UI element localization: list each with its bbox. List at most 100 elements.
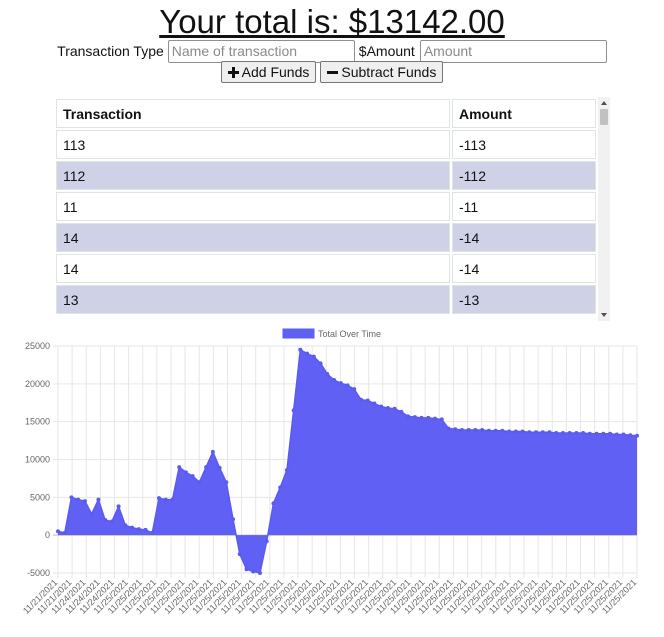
chart-data-point <box>614 432 619 437</box>
chart-data-point <box>534 430 539 435</box>
chart-data-point <box>419 415 424 420</box>
chart-data-point <box>513 429 518 434</box>
table-header-row: Transaction Amount <box>56 99 596 128</box>
chart-data-point <box>554 431 559 436</box>
chart-data-point <box>574 431 579 436</box>
transaction-cell: 112 <box>56 161 450 190</box>
chart-data-point <box>89 511 94 516</box>
chart-data-point <box>150 530 155 535</box>
amount-cell: -13 <box>452 285 596 314</box>
chart-y-tick-label: 5000 <box>30 492 50 502</box>
chart-data-point <box>433 416 438 421</box>
chart-data-point <box>406 414 411 419</box>
chart-data-point <box>560 431 565 436</box>
add-funds-label: Add Funds <box>241 64 310 80</box>
chart-data-point <box>284 468 289 473</box>
chart-y-tick-label: -5000 <box>27 568 50 578</box>
chart-data-point <box>130 525 135 530</box>
chart-data-point <box>197 480 202 485</box>
chart-data-point <box>190 474 195 479</box>
transaction-form: Transaction Type $Amount <box>0 39 664 63</box>
table-row: 13 -13 <box>56 285 596 314</box>
chart-data-point <box>365 398 370 403</box>
chart-data-point <box>170 497 175 502</box>
scroll-down-arrow-icon[interactable] <box>601 313 607 317</box>
plus-icon <box>227 66 239 78</box>
chart-data-point <box>231 517 236 522</box>
chart-data-point <box>109 519 114 524</box>
amount-cell: -11 <box>452 192 596 221</box>
chart-data-point <box>493 428 498 433</box>
transactions-table-container: Transaction Amount 113 -113 112 -112 11 … <box>54 97 610 321</box>
chart-data-point <box>271 501 276 506</box>
chart-data-point <box>237 552 242 557</box>
chart-data-point <box>385 406 390 411</box>
chart-data-point <box>446 426 451 431</box>
amount-input[interactable] <box>419 39 607 63</box>
chart-data-point <box>177 465 182 470</box>
chart-data-point <box>608 431 613 436</box>
chart-data-point <box>628 433 633 438</box>
chart-data-point <box>587 431 592 436</box>
chart-data-point <box>466 427 471 432</box>
transaction-cell: 14 <box>56 254 450 283</box>
chart-y-tick-label: 25000 <box>25 341 50 351</box>
transaction-name-input[interactable] <box>167 39 355 63</box>
scroll-thumb[interactable] <box>600 109 608 125</box>
chart-data-point <box>82 499 87 504</box>
chart-data-point <box>338 381 343 386</box>
chart-data-point <box>453 427 458 432</box>
chart-data-point <box>480 427 485 432</box>
chart-data-point <box>62 530 67 535</box>
table-row: 14 -14 <box>56 223 596 252</box>
chart-data-point <box>392 406 397 411</box>
chart-data-point <box>332 378 337 383</box>
chart-data-point <box>69 495 74 500</box>
chart-data-point <box>345 383 350 388</box>
chart-y-tick-label: 0 <box>45 530 50 540</box>
chart-data-point <box>601 431 606 436</box>
chart-data-point <box>224 480 229 485</box>
transaction-cell: 11 <box>56 192 450 221</box>
chart-data-point <box>204 465 209 470</box>
chart-data-point <box>372 401 377 406</box>
table-scrollbar[interactable] <box>598 97 610 321</box>
chart-data-point <box>352 387 357 392</box>
table-row: 113 -113 <box>56 130 596 159</box>
subtract-funds-label: Subtract Funds <box>341 64 437 80</box>
chart-data-point <box>379 404 384 409</box>
chart-data-point <box>426 415 431 420</box>
chart-y-tick-label: 15000 <box>25 417 50 427</box>
minus-icon <box>327 67 339 78</box>
subtract-funds-button[interactable]: Subtract Funds <box>320 61 444 83</box>
chart-y-tick-label: 20000 <box>25 379 50 389</box>
transaction-cell: 113 <box>56 130 450 159</box>
chart-data-point <box>621 432 626 437</box>
scroll-up-arrow-icon[interactable] <box>601 101 607 105</box>
chart-data-point <box>325 371 330 376</box>
chart-data-point <box>358 397 363 402</box>
chart-data-point <box>412 415 417 420</box>
chart-data-point <box>244 567 249 572</box>
table-row: 14 -14 <box>56 254 596 283</box>
chart-data-point <box>500 428 505 433</box>
chart-data-point <box>520 429 525 434</box>
chart-data-point <box>459 427 464 432</box>
chart-data-point <box>264 539 269 544</box>
chart-data-point <box>217 465 222 470</box>
chart-legend-swatch <box>282 328 315 339</box>
chart-data-point <box>56 529 60 534</box>
transaction-cell: 13 <box>56 285 450 314</box>
chart-area-fill <box>58 349 637 573</box>
chart-data-point <box>399 409 404 414</box>
add-funds-button[interactable]: Add Funds <box>220 61 317 83</box>
chart-data-point <box>635 433 639 438</box>
chart-data-point <box>278 485 283 490</box>
chart-data-point <box>540 430 545 435</box>
chart-data-point <box>163 497 168 502</box>
chart-data-point <box>439 417 444 422</box>
column-header-amount: Amount <box>452 99 596 128</box>
amount-cell: -113 <box>452 130 596 159</box>
chart-legend-label: Total Over Time <box>318 329 381 339</box>
amount-cell: -14 <box>452 223 596 252</box>
